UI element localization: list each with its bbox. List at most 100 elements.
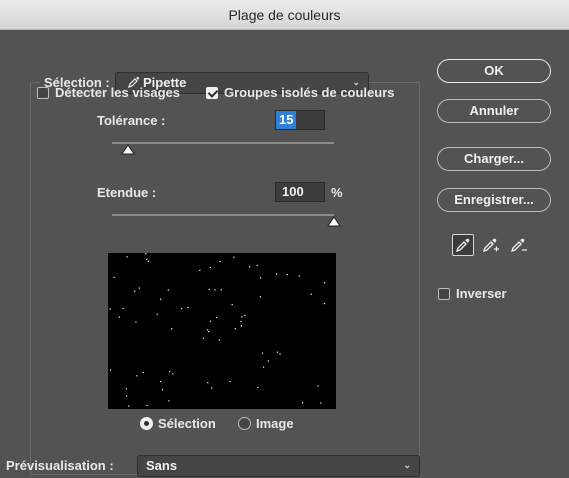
preview-speck bbox=[146, 404, 148, 406]
invert-label: Inverser bbox=[456, 286, 507, 301]
preview-speck bbox=[207, 329, 209, 331]
preview-speck bbox=[229, 380, 231, 383]
preview-label: Prévisualisation : bbox=[6, 458, 114, 473]
eyedropper-minus-icon[interactable] bbox=[508, 234, 530, 256]
eyedropper-plus-icon[interactable] bbox=[480, 234, 502, 256]
preview-speck bbox=[279, 353, 281, 355]
preview-speck bbox=[209, 320, 212, 322]
preview-speck bbox=[218, 339, 220, 341]
preview-speck bbox=[208, 331, 210, 333]
preview-mode-image-radio[interactable]: Image bbox=[238, 416, 294, 431]
checkbox-box-checked[interactable] bbox=[206, 86, 218, 99]
preview-speck bbox=[324, 282, 326, 284]
preview-speck bbox=[126, 256, 128, 258]
preview-speck bbox=[134, 290, 136, 292]
preview-speck bbox=[310, 293, 312, 295]
preview-mode-image-label: Image bbox=[256, 416, 294, 431]
preview-speck bbox=[320, 402, 322, 404]
preview-speck bbox=[240, 325, 242, 327]
preview-speck bbox=[276, 351, 279, 353]
preview-speck bbox=[109, 369, 112, 371]
preview-dropdown[interactable]: Sans ⌄ bbox=[137, 455, 420, 477]
preview-speck bbox=[199, 269, 201, 271]
preview-speck bbox=[209, 266, 211, 269]
selection-preview-image bbox=[108, 253, 336, 409]
tolerance-field[interactable]: 15 bbox=[275, 110, 325, 130]
preview-speck bbox=[219, 261, 221, 263]
preview-speck bbox=[231, 303, 233, 306]
preview-speck bbox=[156, 313, 158, 315]
preview-speck bbox=[256, 264, 258, 266]
preview-speck bbox=[259, 296, 261, 298]
preview-speck bbox=[187, 306, 189, 309]
detect-faces-checkbox[interactable]: Détecter les visages bbox=[37, 85, 180, 100]
preview-speck bbox=[126, 395, 128, 397]
preview-speck bbox=[275, 273, 278, 275]
preview-speck bbox=[267, 360, 269, 362]
radio-dot[interactable] bbox=[238, 417, 251, 430]
checkbox-box[interactable] bbox=[438, 287, 450, 300]
preview-speck bbox=[128, 405, 130, 407]
radio-dot-selected[interactable] bbox=[140, 417, 153, 430]
preview-speck bbox=[208, 288, 210, 290]
checkbox-box[interactable] bbox=[37, 86, 49, 99]
preview-speck bbox=[142, 372, 144, 374]
preview-speck bbox=[125, 388, 127, 390]
window-title: Plage de couleurs bbox=[228, 7, 341, 23]
range-label: Etendue : bbox=[97, 185, 157, 200]
preview-speck bbox=[181, 308, 183, 310]
preview-speck bbox=[136, 375, 138, 377]
preview-speck bbox=[261, 352, 264, 354]
preview-speck bbox=[259, 277, 262, 279]
color-range-dialog: Sélection : Pipette ⌄ Détecter les visag… bbox=[0, 30, 569, 478]
detect-faces-label: Détecter les visages bbox=[55, 85, 181, 100]
preview-speck bbox=[147, 260, 149, 262]
range-slider-track[interactable] bbox=[112, 214, 334, 216]
save-button[interactable]: Enregistrer... bbox=[437, 188, 551, 212]
preview-speck bbox=[214, 289, 216, 291]
preview-speck bbox=[244, 314, 246, 317]
preview-speck bbox=[220, 289, 222, 291]
preview-speck bbox=[263, 366, 265, 368]
preview-speck bbox=[113, 276, 115, 278]
ok-button[interactable]: OK bbox=[437, 59, 551, 83]
preview-speck bbox=[159, 380, 162, 383]
load-button[interactable]: Charger... bbox=[437, 147, 551, 171]
preview-speck bbox=[171, 328, 173, 330]
preview-speck bbox=[161, 389, 164, 391]
range-unit: % bbox=[331, 185, 343, 200]
preview-specks bbox=[109, 253, 326, 407]
range-field[interactable]: 100 bbox=[275, 182, 325, 202]
preview-speck bbox=[207, 382, 209, 384]
preview-speck bbox=[138, 287, 140, 289]
preview-speck bbox=[233, 256, 235, 258]
eyedropper-tools bbox=[452, 234, 530, 256]
preview-speck bbox=[302, 402, 304, 404]
preview-speck bbox=[109, 308, 111, 310]
chevron-down-icon: ⌄ bbox=[403, 460, 411, 470]
invert-checkbox[interactable]: Inverser bbox=[438, 286, 507, 301]
range-value: 100 bbox=[282, 184, 304, 199]
tolerance-slider-track[interactable] bbox=[112, 142, 334, 144]
cancel-button[interactable]: Annuler bbox=[437, 99, 551, 123]
preview-speck bbox=[323, 303, 326, 305]
preview-mode-selection-radio[interactable]: Sélection bbox=[140, 416, 216, 431]
localized-clusters-checkbox[interactable]: Groupes isolés de couleurs bbox=[206, 85, 395, 100]
preview-speck bbox=[249, 266, 251, 268]
preview-speck bbox=[240, 320, 242, 323]
preview-speck bbox=[211, 387, 213, 389]
preview-speck bbox=[135, 321, 137, 323]
tolerance-label: Tolérance : bbox=[97, 113, 166, 128]
preview-speck bbox=[286, 274, 288, 276]
preview-speck bbox=[160, 298, 162, 300]
preview-speck bbox=[234, 328, 236, 330]
preview-speck bbox=[118, 316, 120, 318]
preview-speck bbox=[298, 275, 300, 277]
localized-clusters-label: Groupes isolés de couleurs bbox=[224, 85, 395, 100]
preview-value: Sans bbox=[146, 458, 178, 473]
preview-speck bbox=[168, 400, 170, 402]
preview-speck bbox=[202, 337, 204, 339]
eyedropper-icon[interactable] bbox=[452, 234, 474, 256]
preview-speck bbox=[145, 253, 147, 255]
title-bar: Plage de couleurs bbox=[0, 0, 569, 30]
